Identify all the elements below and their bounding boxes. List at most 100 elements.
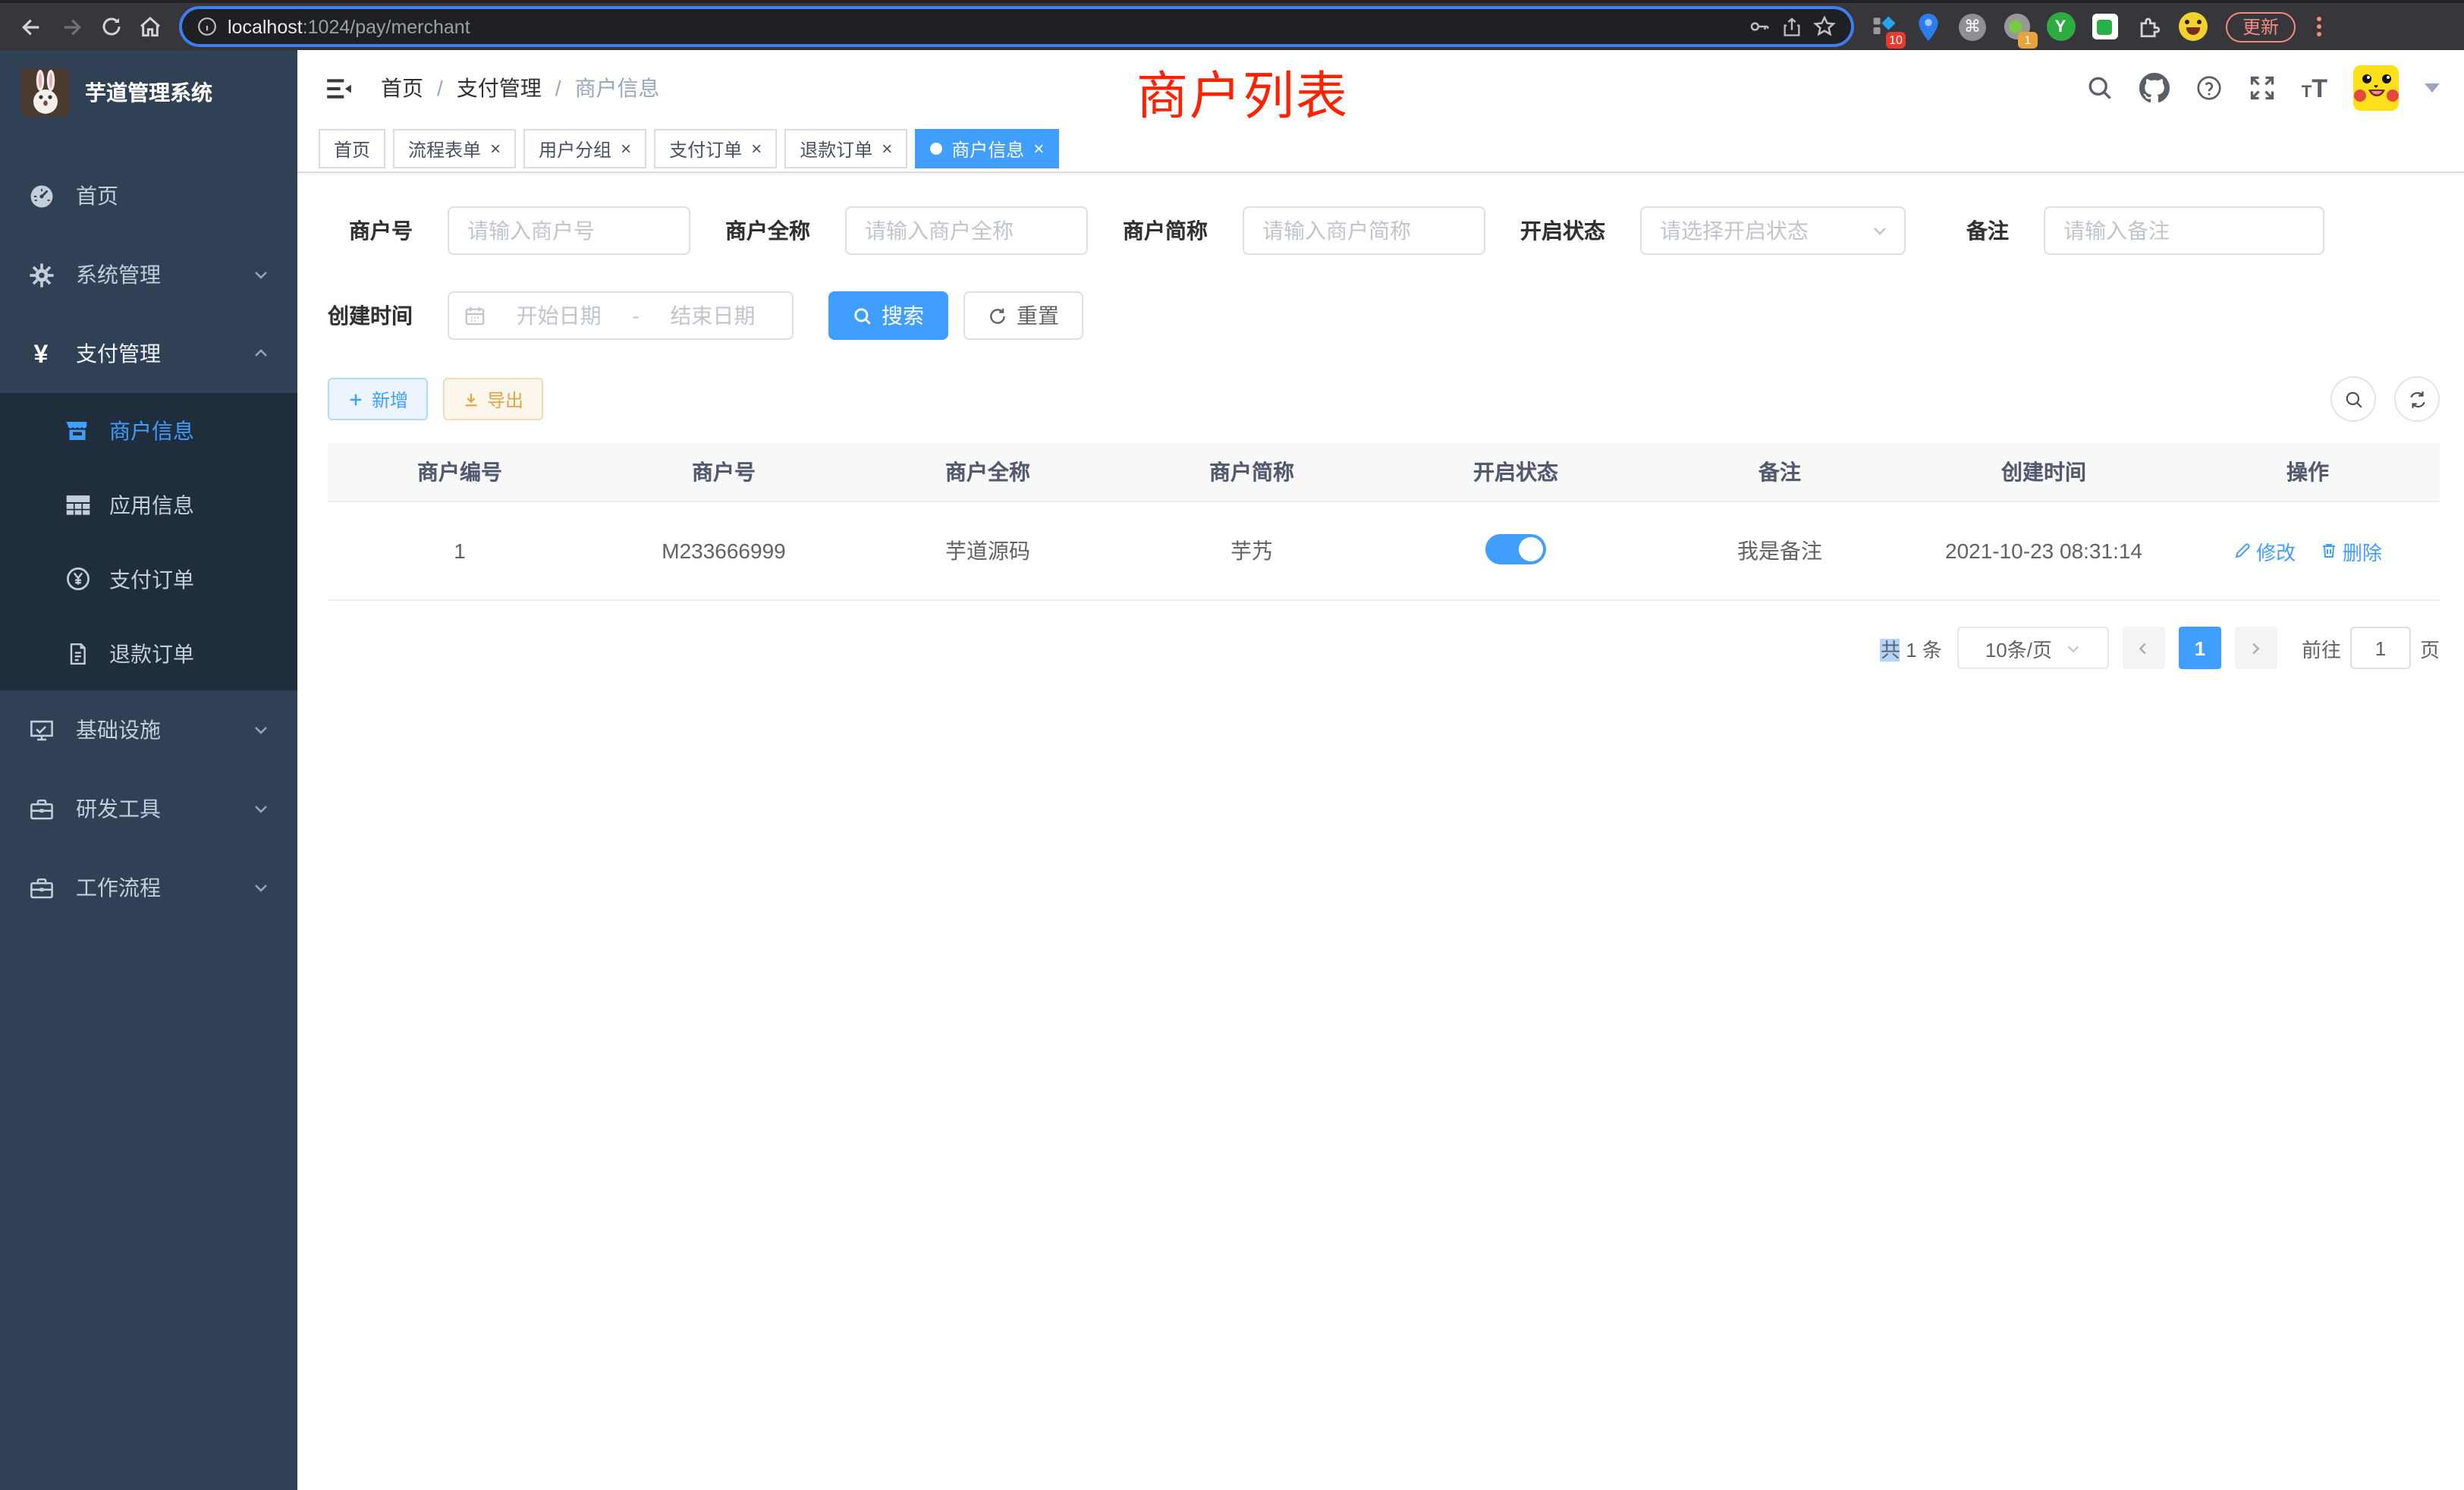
goto-page-input[interactable] (2350, 627, 2411, 669)
sidebar-item-label: 研发工具 (76, 794, 161, 824)
github-icon[interactable] (2139, 73, 2170, 103)
full-name-input[interactable] (845, 206, 1088, 255)
extension-pin-icon[interactable] (1913, 11, 1944, 42)
extension-command-icon[interactable]: ⌘ (1957, 11, 1988, 42)
tab-close-icon[interactable]: × (1033, 140, 1044, 158)
add-button[interactable]: 新增 (328, 378, 428, 420)
refresh-icon (988, 306, 1007, 325)
tab-refund-order[interactable]: 退款订单× (784, 129, 907, 168)
tab-process-form[interactable]: 流程表单× (393, 129, 516, 168)
search-icon (853, 306, 872, 325)
export-button[interactable]: 导出 (443, 378, 543, 420)
page-content: 商户号 商户全称 商户简称 开启状态 请选择开启状态 (297, 173, 2464, 1490)
date-range-picker[interactable]: 开始日期 - 结束日期 (448, 291, 794, 340)
main-area: 首页 / 支付管理 / 商户信息 商户列表 TT (297, 50, 2464, 1490)
toggle-search-button[interactable] (2330, 376, 2376, 422)
breadcrumb-payment[interactable]: 支付管理 (457, 73, 542, 103)
browser-reload-button[interactable] (91, 7, 130, 46)
status-toggle[interactable] (1485, 533, 1546, 564)
yen-icon: ¥ (27, 341, 55, 366)
sidebar-item-merchant-info[interactable]: 商户信息 (0, 393, 297, 467)
field-label: 商户号 (328, 215, 413, 246)
short-name-input[interactable] (1243, 206, 1485, 255)
col-short-name: 商户简称 (1120, 443, 1384, 501)
remark-input[interactable] (2044, 206, 2324, 255)
sidebar-item-infrastructure[interactable]: 基础设施 (0, 690, 297, 769)
col-create-time: 创建时间 (1912, 443, 2176, 501)
sidebar-menu: 首页 系统管理 ¥ 支付管理 商户信息 (0, 156, 297, 927)
browser-forward-button[interactable] (52, 7, 91, 46)
cell-merchant-id: 1 (328, 501, 592, 600)
address-bar[interactable]: localhost:1024/pay/merchant (182, 9, 1851, 44)
browser-update-button[interactable]: 更新 (2226, 11, 2296, 42)
browser-back-button[interactable] (12, 7, 52, 46)
edit-link[interactable]: 修改 (2233, 536, 2296, 565)
sidebar-item-system[interactable]: 系统管理 (0, 235, 297, 314)
home-icon (138, 14, 162, 39)
sidebar-item-app-info[interactable]: 应用信息 (0, 467, 297, 542)
chevron-down-icon (252, 721, 270, 739)
extensions-puzzle-button[interactable] (2133, 11, 2164, 42)
logo-rabbit-image (21, 68, 70, 117)
reset-button[interactable]: 重置 (963, 291, 1083, 340)
tab-merchant-info[interactable]: 商户信息× (915, 129, 1059, 168)
tab-label: 首页 (334, 136, 370, 162)
tab-home[interactable]: 首页 (319, 129, 385, 168)
password-key-icon[interactable] (1748, 15, 1771, 38)
status-select[interactable]: 请选择开启状态 (1640, 206, 1906, 255)
page-annotation-title: 商户列表 (1136, 55, 1349, 129)
tab-close-icon[interactable]: × (621, 140, 631, 158)
font-size-icon[interactable]: TT (2302, 75, 2327, 101)
tab-close-icon[interactable]: × (751, 140, 762, 158)
tab-label: 支付订单 (669, 136, 742, 162)
sidebar-item-dev-tools[interactable]: 研发工具 (0, 769, 297, 848)
share-icon[interactable] (1781, 16, 1802, 37)
trash-icon (2320, 542, 2338, 560)
sidebar-item-home[interactable]: 首页 (0, 156, 297, 235)
tab-pay-order[interactable]: 支付订单 × (654, 129, 777, 168)
extension-green-square-icon[interactable] (2089, 11, 2120, 42)
extension-y-icon[interactable]: Y (2045, 11, 2076, 42)
app-logo[interactable]: 芋道管理系统 (0, 50, 297, 135)
sidebar-item-payment[interactable]: ¥ 支付管理 (0, 314, 297, 393)
table-grid-icon (64, 492, 91, 517)
search-button[interactable]: 搜索 (828, 291, 948, 340)
sidebar-item-workflow[interactable]: 工作流程 (0, 848, 297, 927)
breadcrumb-home[interactable]: 首页 (381, 73, 423, 103)
search-icon[interactable] (2086, 74, 2114, 102)
sidebar: 芋道管理系统 首页 系统管理 ¥ 支付管理 (0, 50, 297, 1490)
refresh-table-button[interactable] (2394, 376, 2440, 422)
url-text[interactable]: localhost:1024/pay/merchant (228, 16, 1737, 37)
fullscreen-icon[interactable] (2249, 74, 2276, 102)
page-info-icon[interactable] (197, 17, 217, 36)
total-count: 1 (1906, 638, 1916, 661)
tags-view-bar: 首页 流程表单× 用户分组× 支付订单 × 退款订单× 商户信息× (297, 126, 2464, 173)
next-page-button[interactable] (2235, 627, 2277, 669)
browser-home-button[interactable] (130, 7, 170, 46)
sidebar-item-refund-order[interactable]: 退款订单 (0, 616, 297, 690)
page-size-select[interactable]: 10条/页 (1957, 627, 2109, 669)
merchant-table: 商户编号 商户号 商户全称 商户简称 开启状态 备注 创建时间 操作 1 (328, 443, 2440, 601)
puzzle-icon (2136, 14, 2161, 39)
browser-menu-button[interactable] (2308, 17, 2329, 36)
filter-remark: 备注 (1966, 206, 2324, 255)
help-icon[interactable] (2195, 74, 2223, 102)
merchant-no-input[interactable] (448, 206, 690, 255)
prev-page-button[interactable] (2123, 627, 2165, 669)
tab-user-group[interactable]: 用户分组× (523, 129, 646, 168)
hamburger-icon (325, 74, 354, 102)
extension-status-icon[interactable]: 1 (2001, 11, 2032, 42)
avatar-dropdown-caret[interactable] (2425, 83, 2440, 93)
cell-actions: 修改 删除 (2176, 501, 2440, 600)
bookmark-star-icon[interactable] (1813, 15, 1836, 38)
user-avatar[interactable] (2353, 65, 2399, 111)
sidebar-collapse-button[interactable] (313, 74, 366, 102)
delete-link[interactable]: 删除 (2320, 536, 2382, 565)
browser-profile-avatar[interactable] (2177, 11, 2208, 42)
page-number-1[interactable]: 1 (2179, 627, 2221, 669)
sidebar-item-pay-order[interactable]: 支付订单 (0, 542, 297, 616)
extension-grid-icon[interactable]: 10 (1869, 11, 1900, 42)
tab-close-icon[interactable]: × (882, 140, 892, 158)
add-button-label: 新增 (372, 386, 408, 412)
tab-close-icon[interactable]: × (490, 140, 501, 158)
